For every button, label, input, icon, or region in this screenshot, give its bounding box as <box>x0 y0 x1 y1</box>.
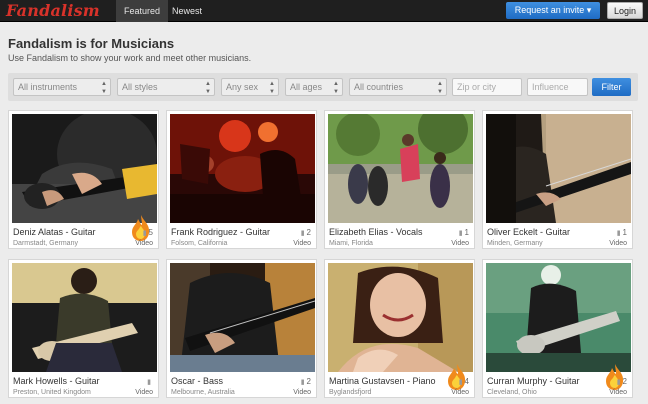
filter-button[interactable]: Filter <box>592 78 631 96</box>
card-location: Preston, United Kingdom <box>13 389 91 396</box>
countries-select-value: All countries <box>354 82 404 92</box>
card-location: Melbourne, Australia <box>171 389 235 396</box>
musician-card[interactable]: Martina Gustavsen - Piano Byglandsfjord … <box>324 259 475 398</box>
select-arrows-icon: ▲ ▼ <box>101 81 107 95</box>
musician-card[interactable]: Deniz Alatas - Guitar Darmstadt, Germany… <box>8 110 159 249</box>
card-name[interactable]: Martina Gustavsen - Piano <box>329 376 436 386</box>
tab-featured[interactable]: Featured <box>116 0 169 22</box>
comment-count: ▮ 1 <box>458 228 469 237</box>
comment-icon: ▮ <box>616 230 621 237</box>
sex-select-value: Any sex <box>226 82 259 92</box>
comment-icon: ▮ <box>147 379 151 386</box>
comment-count: ▮ 2 <box>300 377 311 386</box>
select-arrows-icon: ▲ ▼ <box>333 81 339 95</box>
instruments-select-value: All instruments <box>18 82 78 92</box>
influence-input[interactable]: Influence <box>527 78 588 96</box>
comment-count: ▮ 5 <box>142 228 153 237</box>
card-name[interactable]: Frank Rodriguez - Guitar <box>171 227 270 237</box>
comment-icon: ▮ <box>458 230 463 237</box>
countries-select[interactable]: All countries ▲ ▼ <box>349 78 447 96</box>
video-thumbnail[interactable] <box>486 114 631 223</box>
comment-icon: ▮ <box>616 379 621 386</box>
card-name[interactable]: Elizabeth Elias - Vocals <box>329 227 423 237</box>
comment-count: ▮ 2 <box>300 228 311 237</box>
card-name[interactable]: Oscar - Bass <box>171 376 223 386</box>
page-title: Fandalism is for Musicians <box>8 36 175 51</box>
tab-newest[interactable]: Newest <box>164 0 210 22</box>
musician-card[interactable]: Mark Howells - Guitar Preston, United Ki… <box>8 259 159 398</box>
media-type: Video <box>451 240 469 247</box>
comment-count: ▮ 1 <box>616 228 627 237</box>
comment-icon: ▮ <box>300 230 305 237</box>
card-location: Miami, Florida <box>329 240 373 247</box>
fandalism-logo[interactable]: Fandalism <box>6 1 100 20</box>
musician-card[interactable]: Frank Rodriguez - Guitar Folsom, Califor… <box>166 110 317 249</box>
ages-select[interactable]: All ages ▲ ▼ <box>285 78 343 96</box>
video-thumbnail[interactable] <box>12 114 157 223</box>
request-invite-button[interactable]: Request an invite ▾ <box>506 2 600 19</box>
comment-count: ▮ 4 <box>458 377 469 386</box>
comment-icon: ▮ <box>142 230 147 237</box>
media-type: Video <box>293 389 311 396</box>
media-type: Video <box>609 240 627 247</box>
comment-count: ▮ 2 <box>616 377 627 386</box>
zip-city-input[interactable]: Zip or city <box>452 78 522 96</box>
video-thumbnail[interactable] <box>170 263 315 372</box>
top-navigation-bar: Fandalism Featured Newest Request an inv… <box>0 0 648 22</box>
select-arrows-icon: ▲ ▼ <box>269 81 275 95</box>
card-location: Byglandsfjord <box>329 389 372 396</box>
musician-card[interactable]: Oliver Eckelt - Guitar Minden, Germany ▮… <box>482 110 633 249</box>
comment-icon: ▮ <box>300 379 305 386</box>
video-thumbnail[interactable] <box>170 114 315 223</box>
filter-bar: All instruments ▲ ▼ All styles ▲ ▼ Any sex… <box>8 73 638 101</box>
sex-select[interactable]: Any sex ▲ ▼ <box>221 78 279 96</box>
card-name[interactable]: Oliver Eckelt - Guitar <box>487 227 570 237</box>
media-type: Video <box>293 240 311 247</box>
styles-select-value: All styles <box>122 82 158 92</box>
login-button[interactable]: Login <box>607 2 643 19</box>
media-type: Video <box>451 389 469 396</box>
media-type: Video <box>609 389 627 396</box>
video-thumbnail[interactable] <box>12 263 157 372</box>
musician-card[interactable]: Curran Murphy - Guitar Cleveland, Ohio ▮… <box>482 259 633 398</box>
select-arrows-icon: ▲ ▼ <box>437 81 443 95</box>
video-thumbnail[interactable] <box>328 263 473 372</box>
page-subtitle: Use Fandalism to show your work and meet… <box>8 53 252 63</box>
card-location: Darmstadt, Germany <box>13 240 78 247</box>
card-name[interactable]: Mark Howells - Guitar <box>13 376 100 386</box>
comment-count: ▮ <box>147 377 153 386</box>
musician-card[interactable]: Elizabeth Elias - Vocals Miami, Florida … <box>324 110 475 249</box>
card-location: Folsom, California <box>171 240 228 247</box>
card-location: Minden, Germany <box>487 240 543 247</box>
card-location: Cleveland, Ohio <box>487 389 537 396</box>
ages-select-value: All ages <box>290 82 323 92</box>
card-name[interactable]: Deniz Alatas - Guitar <box>13 227 96 237</box>
styles-select[interactable]: All styles ▲ ▼ <box>117 78 215 96</box>
instruments-select[interactable]: All instruments ▲ ▼ <box>13 78 111 96</box>
media-type: Video <box>135 240 153 247</box>
musician-card[interactable]: Oscar - Bass Melbourne, Australia ▮ 2 Vid… <box>166 259 317 398</box>
video-thumbnail[interactable] <box>486 263 631 372</box>
media-type: Video <box>135 389 153 396</box>
select-arrows-icon: ▲ ▼ <box>205 81 211 95</box>
video-thumbnail[interactable] <box>328 114 473 223</box>
card-name[interactable]: Curran Murphy - Guitar <box>487 376 580 386</box>
comment-icon: ▮ <box>458 379 463 386</box>
